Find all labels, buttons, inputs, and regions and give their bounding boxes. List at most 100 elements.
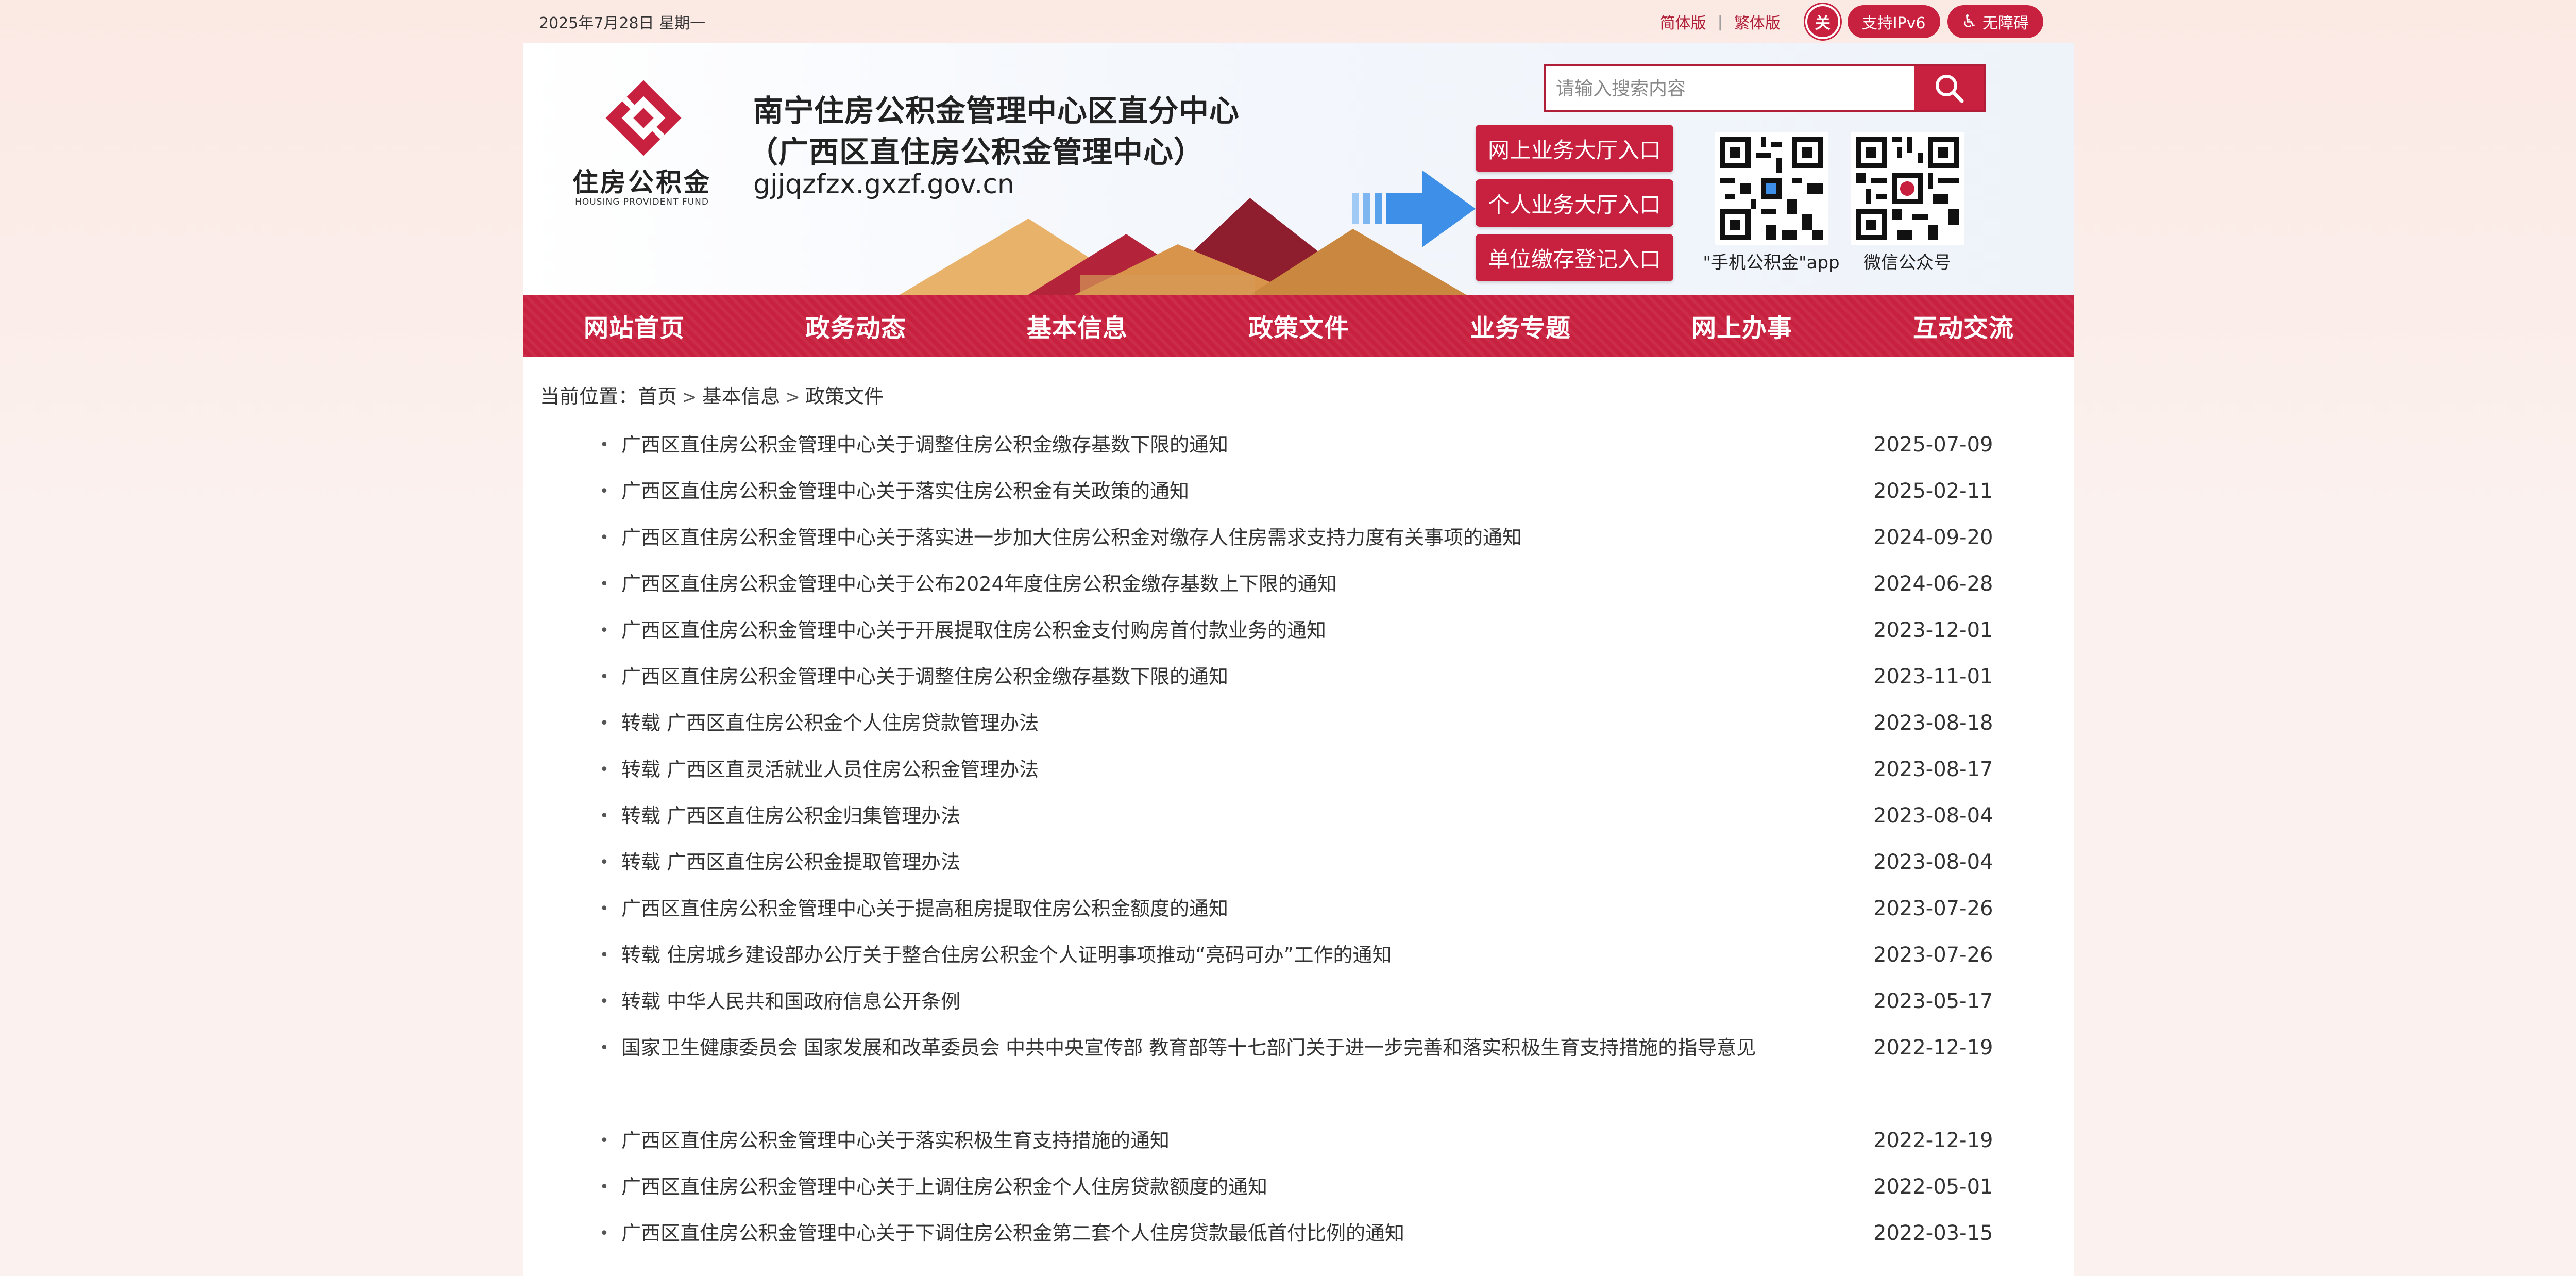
online-service-hall-button[interactable]: 网上业务大厅入口 bbox=[1476, 125, 1673, 172]
main-nav: 网站首页 政务动态 基本信息 政策文件 业务专题 网上办事 互动交流 bbox=[523, 295, 2074, 357]
list-item-title[interactable]: 广西区直住房公积金管理中心关于落实进一步加大住房公积金对缴存人住房需求支持力度有… bbox=[621, 514, 1868, 561]
list-bullet-icon: • bbox=[600, 575, 609, 593]
search-icon bbox=[1936, 75, 1964, 103]
list-item-date: 2025-02-11 bbox=[1873, 479, 1993, 503]
logo-english-text: HOUSING PROVIDENT FUND bbox=[575, 197, 709, 207]
nav-business-topics[interactable]: 业务专题 bbox=[1410, 308, 1631, 344]
nav-online-services[interactable]: 网上办事 bbox=[1631, 308, 1853, 344]
list-bullet-icon: • bbox=[600, 853, 609, 871]
search-box bbox=[1544, 64, 1986, 112]
list-bullet-icon: • bbox=[600, 946, 609, 964]
list-item-title[interactable]: 转载 广西区直灵活就业人员住房公积金管理办法 bbox=[621, 746, 1868, 793]
list-item[interactable]: • 转载 广西区直灵活就业人员住房公积金管理办法 2023-08-17 bbox=[523, 746, 2074, 793]
list-item[interactable]: • 广西区直住房公积金管理中心关于上调住房公积金个人住房贷款额度的通知 2022-0… bbox=[523, 1164, 2074, 1210]
list-item[interactable]: • 转载 广西区直住房公积金个人住房贷款管理办法 2023-08-18 bbox=[523, 700, 2074, 746]
list-item-date: 2023-08-17 bbox=[1873, 758, 1993, 781]
list-item-date: 2023-08-04 bbox=[1873, 804, 1993, 828]
list-item-date: 2024-09-20 bbox=[1873, 526, 1993, 549]
list-item[interactable]: • 广西区直住房公积金管理中心关于落实进一步加大住房公积金对缴存人住房需求支持力度… bbox=[523, 514, 2074, 561]
accessibility-button[interactable]: ♿ 无障碍 bbox=[1947, 5, 2043, 38]
list-item[interactable]: • 广西区直住房公积金管理中心关于公布2024年度住房公积金缴存基数上下限的通知 2… bbox=[523, 561, 2074, 607]
nav-policy-documents[interactable]: 政策文件 bbox=[1188, 308, 1410, 344]
nav-basic-info[interactable]: 基本信息 bbox=[967, 308, 1188, 344]
list-item[interactable]: • 广西区直住房公积金管理中心关于落实积极生育支持措施的通知 2022-12-19 bbox=[523, 1117, 2074, 1164]
list-item-date: 2023-12-01 bbox=[1873, 618, 1993, 642]
list-bullet-icon: • bbox=[600, 993, 609, 1011]
breadcrumb-separator: > bbox=[682, 387, 697, 408]
accessibility-label: 无障碍 bbox=[1982, 14, 2029, 32]
list-item-title[interactable]: 转载 中华人民共和国政府信息公开条例 bbox=[621, 978, 1868, 1025]
list-bullet-icon: • bbox=[600, 482, 609, 500]
list-item-date: 2023-11-01 bbox=[1873, 665, 1993, 689]
site-logo[interactable]: 住房公积金 HOUSING PROVIDENT FUND bbox=[565, 79, 719, 213]
list-item[interactable]: • 广西区直住房公积金管理中心关于落实住房公积金有关政策的通知 2025-02-11 bbox=[523, 468, 2074, 514]
employer-registration-button[interactable]: 单位缴存登记入口 bbox=[1476, 234, 1673, 281]
list-item-title[interactable]: 广西区直住房公积金管理中心关于下调住房公积金第二套个人住房贷款最低首付比例的通知 bbox=[621, 1210, 1868, 1256]
list-item[interactable]: • 广西区直住房公积金管理中心关于调整住房公积金缴存基数下限的通知 2023-11-… bbox=[523, 653, 2074, 700]
list-item-date: 2023-07-26 bbox=[1873, 943, 1993, 967]
list-item[interactable]: • 广西区直住房公积金管理中心关于调整住房公积金缴存基数下限的通知 2025-07-… bbox=[523, 422, 2074, 468]
wechat-qr-label: 微信公众号 bbox=[1863, 253, 1951, 273]
list-bullet-icon: • bbox=[600, 1178, 609, 1196]
list-item-title[interactable]: 广西区直住房公积金管理中心关于落实积极生育支持措施的通知 bbox=[621, 1117, 1868, 1164]
site-subtitle: （广西区直住房公积金管理中心） bbox=[748, 135, 1205, 170]
logo-chinese-text: 住房公积金 bbox=[572, 167, 711, 197]
list-item-title[interactable]: 广西区直住房公积金管理中心关于调整住房公积金缴存基数下限的通知 bbox=[621, 422, 1868, 468]
list-item[interactable]: • 广西区直住房公积金管理中心关于提高租房提取住房公积金额度的通知 2023-07-… bbox=[523, 885, 2074, 932]
list-item-date: 2023-08-04 bbox=[1873, 850, 1993, 874]
simplified-chinese-link[interactable]: 简体版 bbox=[1649, 10, 1718, 33]
list-item-title[interactable]: 转载 住房城乡建设部办公厅关于整合住房公积金个人证明事项推动“亮码可办”工作的通… bbox=[621, 932, 1868, 978]
list-item-title[interactable]: 广西区直住房公积金管理中心关于公布2024年度住房公积金缴存基数上下限的通知 bbox=[621, 561, 1868, 607]
ipv6-badge[interactable]: 支持IPv6 bbox=[1847, 5, 1940, 38]
list-item-date: 2022-03-15 bbox=[1873, 1221, 1993, 1245]
ipv6-label: 支持IPv6 bbox=[1861, 14, 1926, 32]
breadcrumb-basic-info[interactable]: 基本信息 bbox=[702, 385, 781, 408]
list-item[interactable]: • 转载 广西区直住房公积金提取管理办法 2023-08-04 bbox=[523, 839, 2074, 885]
list-item-title[interactable]: 广西区直住房公积金管理中心关于调整住房公积金缴存基数下限的通知 bbox=[621, 653, 1868, 700]
list-item-title[interactable]: 广西区直住房公积金管理中心关于提高租房提取住房公积金额度的通知 bbox=[621, 885, 1868, 932]
list-item[interactable]: • 转载 中华人民共和国政府信息公开条例 2023-05-17 bbox=[523, 978, 2074, 1025]
list-item[interactable]: • 转载 广西区直住房公积金归集管理办法 2023-08-04 bbox=[523, 793, 2074, 839]
list-item-title[interactable]: 广西区直住房公积金管理中心关于落实住房公积金有关政策的通知 bbox=[621, 468, 1868, 514]
nav-government-news[interactable]: 政务动态 bbox=[745, 308, 967, 344]
breadcrumb-home[interactable]: 首页 bbox=[638, 385, 677, 408]
personal-service-hall-button[interactable]: 个人业务大厅入口 bbox=[1476, 179, 1673, 227]
app-qr-code-icon[interactable] bbox=[1715, 132, 1828, 245]
nav-home[interactable]: 网站首页 bbox=[523, 308, 745, 344]
app-qr-label: "手机公积金"app bbox=[1703, 253, 1840, 273]
list-bullet-icon: • bbox=[600, 807, 609, 825]
arrow-right-icon bbox=[1352, 170, 1476, 247]
list-item-date: 2022-12-19 bbox=[1873, 1129, 1993, 1152]
nav-interaction[interactable]: 互动交流 bbox=[1853, 308, 2074, 344]
list-item[interactable]: • 转载 住房城乡建设部办公厅关于整合住房公积金个人证明事项推动“亮码可办”工作的… bbox=[523, 932, 2074, 978]
list-bullet-icon: • bbox=[600, 761, 609, 779]
link-separator: | bbox=[1717, 12, 1723, 31]
list-bullet-icon: • bbox=[600, 1039, 609, 1057]
traditional-chinese-link[interactable]: 繁体版 bbox=[1723, 10, 1792, 33]
current-date: 2025年7月28日 星期一 bbox=[539, 14, 706, 32]
breadcrumb-prefix: 当前位置： bbox=[540, 385, 638, 408]
wechat-qr-code-icon[interactable] bbox=[1851, 132, 1964, 245]
breadcrumb-policy-documents[interactable]: 政策文件 bbox=[805, 385, 884, 408]
list-bullet-icon: • bbox=[600, 714, 609, 732]
list-item-title[interactable]: 广西区直住房公积金管理中心关于上调住房公积金个人住房贷款额度的通知 bbox=[621, 1164, 1868, 1210]
list-item[interactable]: • 广西区直住房公积金管理中心关于开展提取住房公积金支付购房首付款业务的通知 202… bbox=[523, 607, 2074, 653]
search-button[interactable] bbox=[1914, 66, 1984, 110]
list-bullet-icon: • bbox=[600, 436, 609, 454]
list-item-title[interactable]: 转载 广西区直住房公积金提取管理办法 bbox=[621, 839, 1868, 885]
main-content: 当前位置：首页 > 基本信息 > 政策文件 • 广西区直住房公积金管理中心关于调整住房公积… bbox=[523, 357, 2074, 1276]
list-item-title[interactable]: 转载 广西区直住房公积金个人住房贷款管理办法 bbox=[621, 700, 1868, 746]
search-input[interactable] bbox=[1546, 66, 1918, 111]
list-item-title[interactable]: 广西区直住房公积金管理中心关于开展提取住房公积金支付购房首付款业务的通知 bbox=[621, 607, 1868, 653]
list-item-date: 2024-06-28 bbox=[1873, 572, 1993, 596]
site-title: 南宁住房公积金管理中心区直分中心 bbox=[753, 93, 1240, 128]
list-bullet-icon: • bbox=[600, 668, 609, 686]
list-item[interactable]: • 广西区直住房公积金管理中心关于下调住房公积金第二套个人住房贷款最低首付比例的通… bbox=[523, 1210, 2074, 1256]
accessibility-icon: ♿ bbox=[1961, 11, 1977, 32]
care-mode-badge[interactable]: 关 bbox=[1805, 4, 1840, 39]
list-item[interactable]: • 国家卫生健康委员会 国家发展和改革委员会 中共中央宣传部 教育部等十七部门关于… bbox=[523, 1025, 2074, 1117]
breadcrumb: 当前位置：首页 > 基本信息 > 政策文件 bbox=[540, 380, 884, 409]
list-item-title[interactable]: 国家卫生健康委员会 国家发展和改革委员会 中共中央宣传部 教育部等十七部门关于进… bbox=[621, 1025, 1868, 1071]
list-item-title[interactable]: 转载 广西区直住房公积金归集管理办法 bbox=[621, 793, 1868, 839]
utility-links: 简体版 | 繁体版 关 支持IPv6 ♿ 无障碍 bbox=[1649, 3, 2043, 40]
